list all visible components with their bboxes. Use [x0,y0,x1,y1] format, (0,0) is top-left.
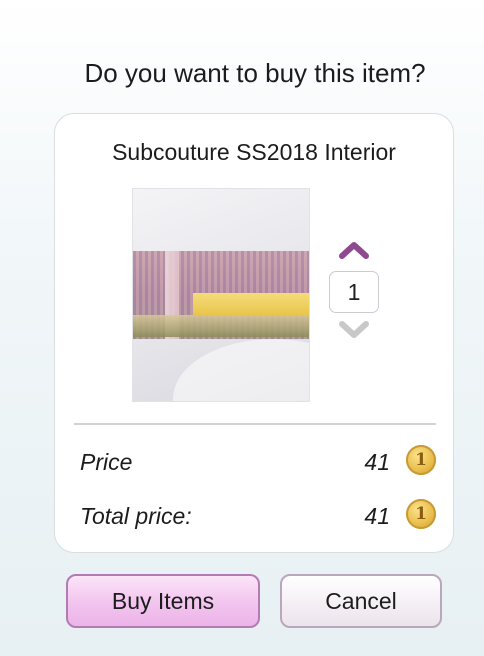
coin-icon: 1 [406,499,436,529]
quantity-stepper: 1 [329,240,379,342]
thumbnail-floor [133,315,309,337]
chevron-up-icon[interactable] [339,240,369,260]
total-price-value: 41 [364,503,390,529]
price-label: Price [80,449,133,475]
item-thumbnail [132,188,310,402]
coin-icon: 1 [406,445,436,475]
divider [74,423,436,425]
item-name: Subcouture SS2018 Interior [112,139,396,165]
price-row: Price 41 1 [80,445,436,479]
chevron-down-icon[interactable] [339,320,369,340]
buy-items-button[interactable]: Buy Items [66,574,260,628]
thumbnail-sofa [193,293,309,315]
price-value: 41 [364,449,390,475]
quantity-field[interactable]: 1 [329,271,379,313]
item-card: Subcouture SS2018 Interior 1 Price 41 1 … [54,113,454,553]
total-price-row: Total price: 41 1 [80,499,436,533]
total-price-label: Total price: [80,503,192,529]
thumbnail-highlight [173,339,309,401]
dialog-title: Do you want to buy this item? [84,58,426,88]
cancel-button[interactable]: Cancel [280,574,442,628]
